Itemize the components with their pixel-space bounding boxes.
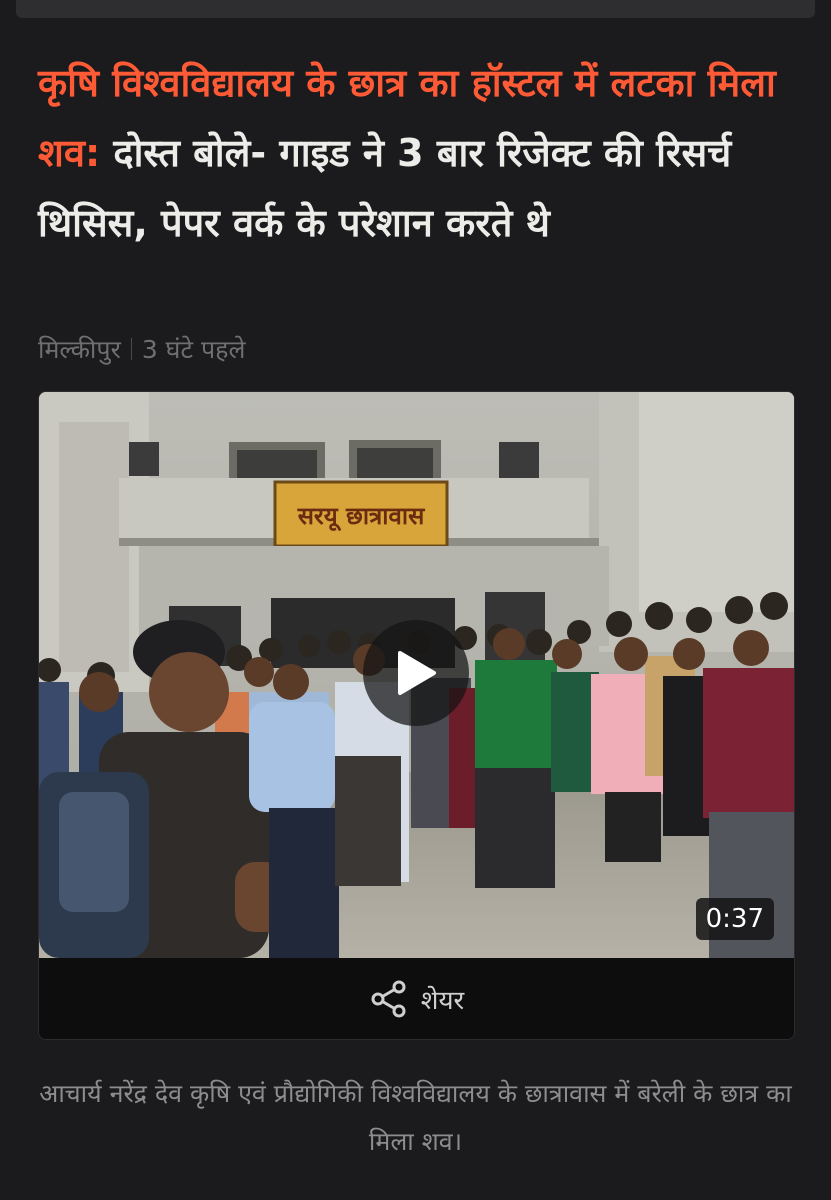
headline-rest: दोस्त बोले- गाइड ने 3 बार रिजेक्ट की रिस… <box>38 131 732 245</box>
video-card: सरयू छात्रावास 0:37 शेयर <box>38 391 795 1040</box>
article-page: कृषि विश्वविद्यालय के छात्र का हॉस्टल मे… <box>0 0 831 1200</box>
video-thumbnail[interactable]: सरयू छात्रावास 0:37 <box>39 392 794 958</box>
location-link[interactable]: मिल्कीपुर <box>38 332 121 366</box>
share-label: शेयर <box>420 985 465 1016</box>
signboard-text: सरयू छात्रावास <box>297 502 425 532</box>
article-meta: मिल्कीपुर 3 घंटे पहले <box>38 332 245 366</box>
meta-divider <box>130 338 132 360</box>
image-caption: आचार्य नरेंद्र देव कृषि एवं प्रौद्योगिकी… <box>39 1079 792 1156</box>
top-bar <box>16 0 815 18</box>
timestamp: 3 घंटे पहले <box>141 335 246 364</box>
headline: कृषि विश्वविद्यालय के छात्र का हॉस्टल मे… <box>38 48 798 258</box>
share-button[interactable]: शेयर <box>39 958 794 1039</box>
play-button[interactable] <box>363 620 469 726</box>
video-duration-badge: 0:37 <box>695 898 774 940</box>
play-icon <box>398 651 436 695</box>
share-icon <box>371 980 406 1017</box>
